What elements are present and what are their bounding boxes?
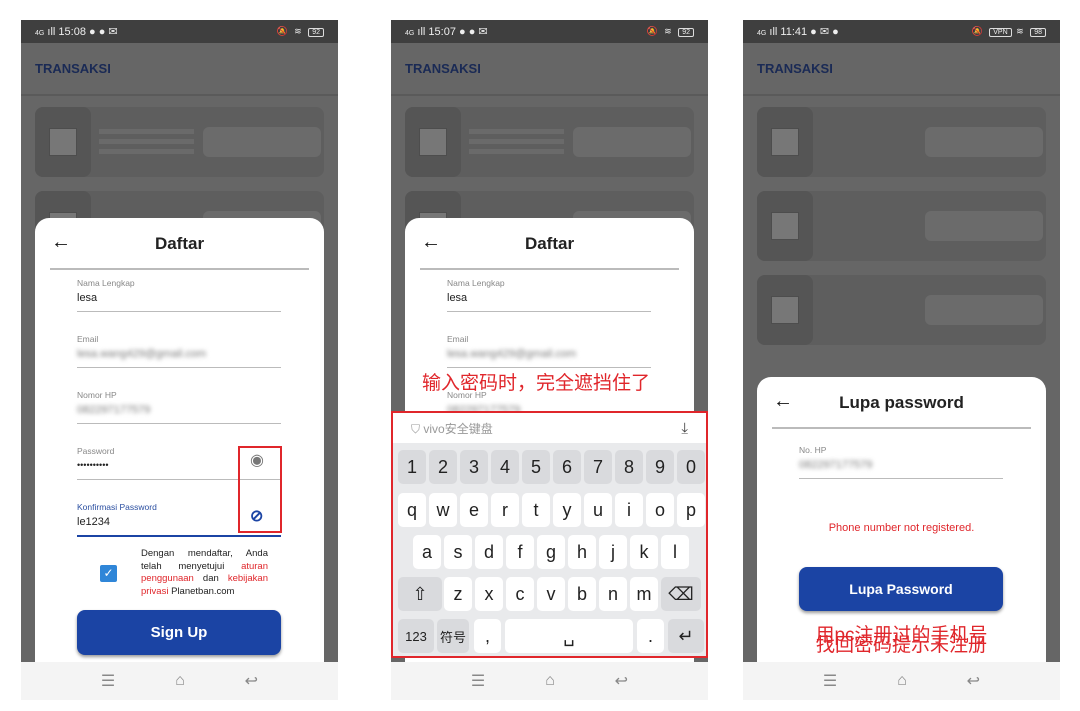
divider: [772, 427, 1031, 429]
key-a[interactable]: a: [413, 535, 441, 569]
back-icon[interactable]: ↩: [245, 671, 258, 691]
app-title: TRANSAKSI: [391, 43, 708, 96]
period-key[interactable]: .: [637, 619, 664, 653]
back-icon[interactable]: ↩: [967, 671, 980, 691]
key-p[interactable]: p: [677, 493, 705, 527]
key-t[interactable]: t: [522, 493, 550, 527]
key-z[interactable]: z: [444, 577, 472, 611]
modal-title: Daftar: [524, 234, 575, 253]
phone-keyboard: 4G ıll 15:07 ● ● ✉ 🔕 ≋ 92 TRANSAKSI ← Daf…: [391, 20, 708, 700]
key-f[interactable]: f: [506, 535, 534, 569]
key-g[interactable]: g: [537, 535, 565, 569]
menu-icon[interactable]: ☰: [471, 671, 485, 691]
phone-forgot-password: 4G ıll 11:41 ● ✉ ● 🔕 VPN ≋ 98 TRANSAKSI ←…: [743, 20, 1060, 700]
key-k[interactable]: k: [630, 535, 658, 569]
home-icon[interactable]: ⌂: [897, 672, 907, 690]
key-b[interactable]: b: [568, 577, 596, 611]
key-y[interactable]: y: [553, 493, 581, 527]
app-title: TRANSAKSI: [743, 43, 1060, 96]
annotation-text: 输入密码时，完全遮挡住了: [422, 373, 651, 394]
status-bar: 4G ıll 15:08 ● ● ✉ 🔕 ≋ 92: [21, 20, 338, 43]
phone-field[interactable]: No. HP 082297177579: [799, 445, 1003, 479]
key-1[interactable]: 1: [398, 450, 426, 484]
terms-checkbox[interactable]: ✓: [100, 565, 117, 582]
menu-icon[interactable]: ☰: [823, 671, 837, 691]
placeholder-card: [757, 107, 1046, 177]
key-9[interactable]: 9: [646, 450, 674, 484]
key-8[interactable]: 8: [615, 450, 643, 484]
key-c[interactable]: c: [506, 577, 534, 611]
nav-bar: ☰ ⌂ ↩: [743, 662, 1060, 700]
home-icon[interactable]: ⌂: [175, 672, 185, 690]
key-o[interactable]: o: [646, 493, 674, 527]
backspace-key[interactable]: ⌫: [661, 577, 701, 611]
key-m[interactable]: m: [630, 577, 658, 611]
modal-title: Daftar: [154, 234, 205, 253]
key-3[interactable]: 3: [460, 450, 488, 484]
phone-field[interactable]: Nomor HP 082297177579: [77, 390, 281, 424]
home-icon[interactable]: ⌂: [545, 672, 555, 690]
back-icon[interactable]: ↩: [615, 671, 628, 691]
key-d[interactable]: d: [475, 535, 503, 569]
email-field[interactable]: Email lesa.wang429@gmail.com: [447, 334, 651, 368]
keyboard-header: ⛉ vivo安全键盘 ⤓: [393, 413, 706, 443]
error-message: Phone number not registered.: [828, 522, 975, 534]
nav-bar: ☰ ⌂ ↩: [21, 662, 338, 700]
key-s[interactable]: s: [444, 535, 472, 569]
symbols-key[interactable]: 符号: [437, 619, 469, 653]
placeholder-card: [757, 275, 1046, 345]
divider: [420, 268, 679, 270]
key-e[interactable]: e: [460, 493, 488, 527]
shift-key[interactable]: ⇧: [398, 577, 442, 611]
key-r[interactable]: r: [491, 493, 519, 527]
annotation-line-2: 找回密码提示未注册: [815, 635, 987, 656]
status-bar: 4G ıll 11:41 ● ✉ ● 🔕 VPN ≋ 98: [743, 20, 1060, 43]
placeholder-card: [757, 191, 1046, 261]
comma-key[interactable]: ,: [474, 619, 501, 653]
keyboard-title: vivo安全键盘: [423, 422, 493, 436]
key-l[interactable]: l: [661, 535, 689, 569]
collapse-keyboard-icon[interactable]: ⤓: [681, 420, 688, 437]
terms-text: Dengan mendaftar, Anda telah menyetujui …: [141, 548, 268, 597]
name-field[interactable]: Nama Lengkap lesa: [77, 278, 281, 312]
sign-up-button[interactable]: Sign Up: [77, 610, 281, 655]
email-field[interactable]: Email lesa.wang429@gmail.com: [77, 334, 281, 368]
key-5[interactable]: 5: [522, 450, 550, 484]
key-0[interactable]: 0: [677, 450, 705, 484]
modal-title: Lupa password: [839, 393, 964, 412]
eye-off-icon[interactable]: ⊘: [250, 506, 263, 526]
divider: [50, 268, 309, 270]
numbers-key[interactable]: 123: [398, 619, 434, 653]
key-u[interactable]: u: [584, 493, 612, 527]
menu-icon[interactable]: ☰: [101, 671, 115, 691]
key-n[interactable]: n: [599, 577, 627, 611]
forgot-password-button[interactable]: Lupa Password: [799, 567, 1003, 611]
key-4[interactable]: 4: [491, 450, 519, 484]
key-2[interactable]: 2: [429, 450, 457, 484]
key-6[interactable]: 6: [553, 450, 581, 484]
enter-key[interactable]: ↵: [668, 619, 704, 653]
key-q[interactable]: q: [398, 493, 426, 527]
key-v[interactable]: v: [537, 577, 565, 611]
eye-icon[interactable]: ◉: [250, 450, 264, 470]
placeholder-card: [35, 107, 324, 177]
key-w[interactable]: w: [429, 493, 457, 527]
key-j[interactable]: j: [599, 535, 627, 569]
key-i[interactable]: i: [615, 493, 643, 527]
status-bar: 4G ıll 15:07 ● ● ✉ 🔕 ≋ 92: [391, 20, 708, 43]
phone-register: 4G ıll 15:08 ● ● ✉ 🔕 ≋ 92 TRANSAKSI ← Daf…: [21, 20, 338, 700]
register-modal: ← Daftar Nama Lengkap lesa Email lesa.wang…: [35, 218, 324, 662]
shield-icon: ⛉: [411, 422, 421, 436]
key-x[interactable]: x: [475, 577, 503, 611]
forgot-password-modal: ← Lupa password No. HP 082297177579 Phone…: [757, 377, 1046, 662]
key-h[interactable]: h: [568, 535, 596, 569]
secure-keyboard: ⛉ vivo安全键盘 ⤓ 1234567890qwertyuiopasdfghjk…: [391, 411, 708, 658]
key-7[interactable]: 7: [584, 450, 612, 484]
nav-bar: ☰ ⌂ ↩: [391, 662, 708, 700]
space-key[interactable]: ␣: [505, 619, 633, 653]
placeholder-card: [405, 107, 694, 177]
app-title: TRANSAKSI: [21, 43, 338, 96]
name-field[interactable]: Nama Lengkap lesa: [447, 278, 651, 312]
